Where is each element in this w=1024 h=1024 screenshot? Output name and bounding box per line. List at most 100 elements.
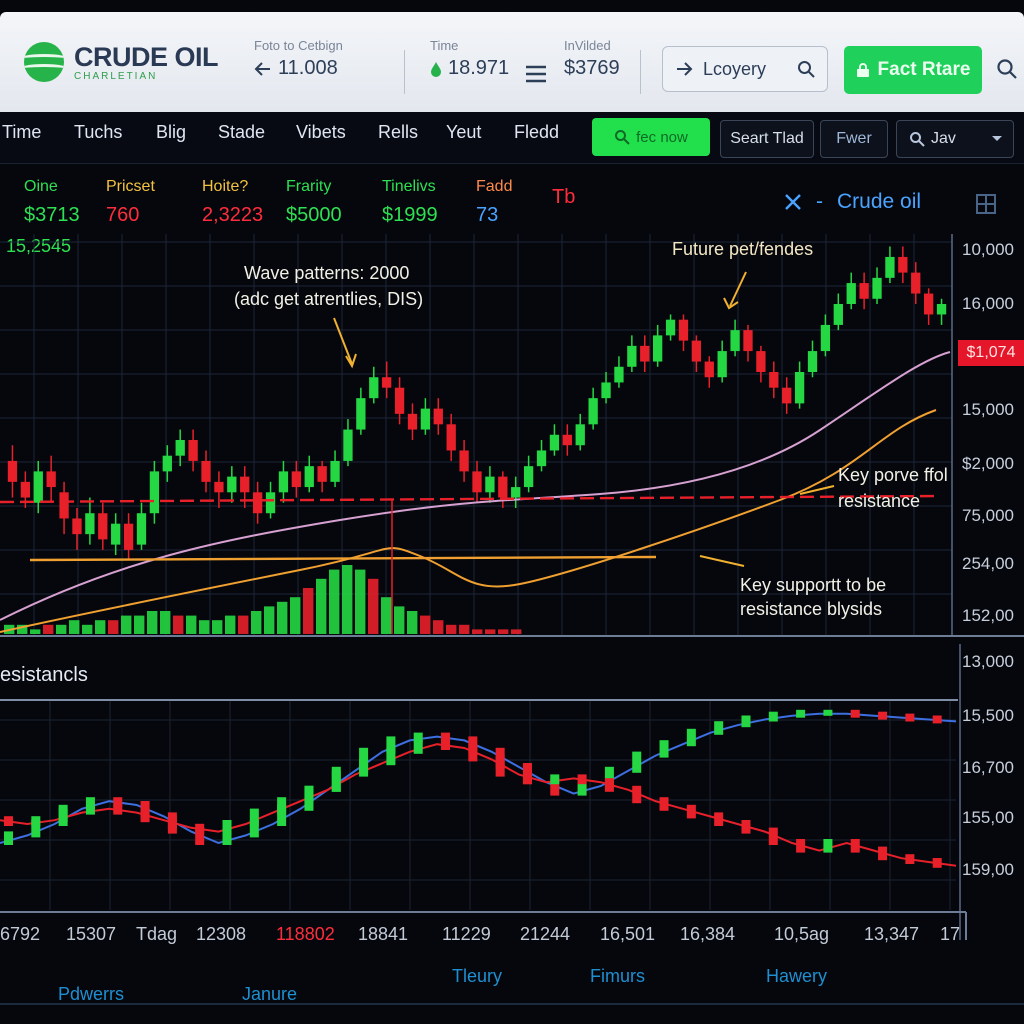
lower-candle (659, 797, 669, 811)
lower-candle (878, 846, 888, 861)
lower-candle (85, 804, 95, 815)
candle-body (601, 382, 611, 399)
candle-body (588, 398, 598, 425)
candle-body (382, 377, 392, 388)
lower-candle (495, 755, 505, 777)
annotation-key-resistance-1: Key porve ffol (838, 465, 948, 485)
y-tick-label: 10,000 (962, 240, 1014, 259)
candle-body (394, 387, 405, 414)
candle-body (549, 434, 560, 451)
annotation-key-support-1: Key supportt to be (740, 575, 887, 595)
candle-body (536, 450, 547, 467)
candle-body (846, 283, 856, 304)
footer-tab[interactable]: Pdwerrs (58, 984, 124, 1005)
volume-bar (355, 569, 366, 634)
lower-candle (550, 774, 560, 785)
volume-bar (342, 565, 353, 634)
candle-body (498, 476, 508, 498)
lower-candle (932, 858, 942, 868)
footer-tab[interactable]: Janure (242, 984, 297, 1005)
candle-body (794, 372, 805, 404)
lower-candle (441, 740, 451, 750)
candle-body (175, 440, 185, 456)
annotation-wave: Wave patterns: 2000 (244, 263, 410, 283)
candle-body (717, 351, 727, 378)
lower-candle (604, 778, 614, 792)
candle-body (665, 319, 676, 336)
lower-candle (277, 797, 287, 815)
x-tick-label: 21244 (520, 924, 571, 944)
volume-bar (134, 615, 145, 634)
lower-candle (195, 823, 205, 834)
volume-bar (69, 620, 80, 634)
candle-body (33, 471, 43, 503)
lower-candle (140, 808, 150, 823)
volume-bar (472, 629, 483, 634)
y-tick-label: 155,00 (962, 808, 1014, 827)
y-tick-label: 152,00 (962, 606, 1014, 625)
annotation-arrow (333, 317, 353, 365)
x-tick-label: 13,347 (864, 924, 920, 944)
lower-candle (386, 747, 396, 766)
volume-bar (368, 578, 379, 634)
lower-candle (331, 770, 341, 792)
current-price-tag: $1,074 (958, 340, 1024, 366)
y-tick-label: 254,00 (962, 554, 1014, 573)
candle-body (911, 272, 921, 294)
lower-candle (4, 816, 13, 826)
lower-candle (58, 808, 68, 823)
y-tick-label: 15,500 (962, 706, 1014, 725)
footer-tab[interactable]: Hawery (766, 966, 827, 987)
volume-bar (95, 620, 106, 634)
candle-body (123, 523, 134, 550)
volume-bar (147, 611, 158, 634)
volume-bar (329, 569, 340, 634)
x-tick-label: 15307 (66, 924, 117, 944)
volume-bar (446, 624, 457, 634)
volume-bar (251, 611, 262, 634)
candle-body (343, 429, 353, 461)
candle-body (278, 471, 289, 493)
footer-tab[interactable]: Fimurs (590, 966, 645, 987)
lower-candle (577, 774, 587, 785)
volume-bar (498, 629, 509, 634)
candle-body (614, 366, 624, 383)
volume-bar (316, 578, 327, 634)
y-tick-label: 159,00 (962, 860, 1014, 879)
candle-body (72, 518, 82, 535)
candle-body (523, 466, 534, 488)
x-tick-label: 6792 (0, 924, 41, 944)
lower-candle (304, 785, 314, 804)
candle-body (691, 340, 702, 362)
candle-body (214, 481, 224, 493)
candle-body (420, 408, 431, 430)
lower-candle (768, 711, 778, 722)
candle-body (304, 466, 314, 488)
candle-body (640, 345, 650, 362)
lower-candle (686, 804, 696, 819)
volume-bar (43, 624, 54, 634)
volume-bar (30, 629, 41, 634)
lower-candle (686, 728, 696, 747)
lower-candle (359, 759, 369, 777)
resistance-line (0, 494, 941, 504)
x-tick-label: 16,501 (600, 924, 656, 944)
annotation-key-resistance-2: resistance (838, 491, 921, 511)
candle-body (149, 471, 160, 514)
candle-body (407, 413, 418, 430)
candle-body (562, 434, 572, 446)
lower-candle (714, 812, 724, 826)
candle-body (936, 304, 947, 315)
volume-bar (225, 615, 236, 634)
x-tick-label: 12308 (196, 924, 247, 944)
lower-candle (632, 751, 642, 773)
footer-tab[interactable]: Tleury (452, 966, 502, 987)
lower-candle (522, 770, 532, 785)
candle-body (446, 424, 456, 451)
lower-candle (31, 816, 41, 826)
lower-candle (768, 827, 778, 845)
candle-body (820, 324, 831, 352)
volume-bar (121, 615, 132, 634)
volume-bar (485, 629, 496, 634)
candle-body (46, 471, 56, 488)
